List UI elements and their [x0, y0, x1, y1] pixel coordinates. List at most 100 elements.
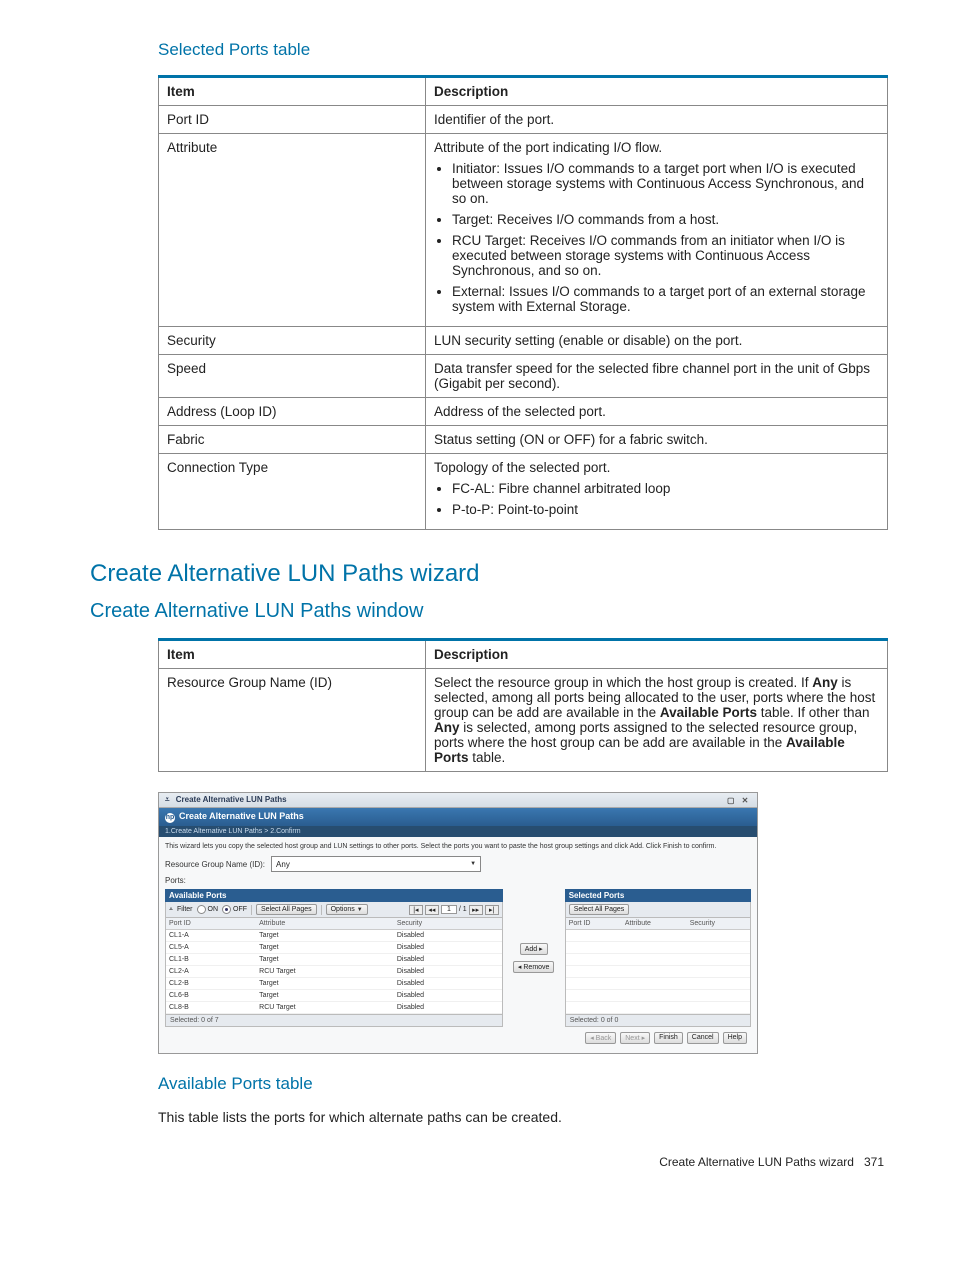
selected-ports-grid[interactable]: Port ID Attribute Security	[565, 918, 751, 1015]
col-description: Description	[426, 640, 888, 669]
cell-desc: LUN security setting (enable or disable)…	[426, 327, 888, 355]
cancel-button[interactable]: Cancel	[687, 1032, 719, 1044]
col-port-id[interactable]: Port ID	[566, 918, 622, 930]
page-first-button[interactable]: |◂	[409, 905, 423, 915]
available-ports-title: Available Ports	[165, 889, 503, 902]
filter-icon[interactable]: ⩡	[169, 906, 173, 914]
cell: Target	[256, 978, 394, 990]
cell: Disabled	[394, 1002, 502, 1014]
cell: Disabled	[394, 942, 502, 954]
cell: CL6-B	[166, 990, 256, 1002]
cell: Target	[256, 990, 394, 1002]
col-security[interactable]: Security	[394, 918, 502, 930]
resource-group-label: Resource Group Name (ID):	[165, 860, 265, 869]
filter-on-radio[interactable]: ON	[197, 905, 219, 914]
col-item: Item	[159, 77, 426, 106]
close-icon[interactable]: ✕	[739, 796, 751, 805]
breadcrumb: 1.Create Alternative LUN Paths > 2.Confi…	[159, 826, 757, 837]
col-security[interactable]: Security	[687, 918, 750, 930]
selected-ports-status: Selected: 0 of 0	[565, 1015, 751, 1027]
finish-button[interactable]: Finish	[654, 1032, 683, 1044]
cell-item: Speed	[159, 355, 426, 398]
cell: CL2-A	[166, 966, 256, 978]
table-row[interactable]: CL8-BRCU TargetDisabled	[166, 1002, 502, 1014]
cell: CL2-B	[166, 978, 256, 990]
cell-item: Port ID	[159, 106, 426, 134]
cell: CL5-A	[166, 942, 256, 954]
collapse-icon[interactable]: ⩡	[165, 795, 170, 804]
page-number-input[interactable]: 1	[441, 905, 457, 914]
list-item: Target: Receives I/O commands from a hos…	[452, 212, 879, 227]
table-row[interactable]: CL1-BTargetDisabled	[166, 954, 502, 966]
cell: RCU Target	[256, 1002, 394, 1014]
select-all-pages-button[interactable]: Select All Pages	[256, 904, 317, 915]
chevron-down-icon: ▼	[357, 907, 363, 913]
window-title: Create Alternative LUN Paths	[176, 795, 287, 804]
col-attribute[interactable]: Attribute	[256, 918, 394, 930]
table-row: Speed Data transfer speed for the select…	[159, 355, 888, 398]
desc-bold: Any	[812, 675, 838, 690]
table-row[interactable]: CL2-ARCU TargetDisabled	[166, 966, 502, 978]
desc-text: Select the resource group in which the h…	[434, 675, 812, 690]
cell: Target	[256, 930, 394, 942]
cell-item: Fabric	[159, 426, 426, 454]
cell-item: Attribute	[159, 134, 426, 327]
cell-desc: Status setting (ON or OFF) for a fabric …	[426, 426, 888, 454]
table-row[interactable]: CL1-ATargetDisabled	[166, 930, 502, 942]
cell: CL1-B	[166, 954, 256, 966]
available-ports-grid[interactable]: Port ID Attribute Security CL1-ATargetDi…	[165, 918, 503, 1015]
next-button[interactable]: Next ▸	[620, 1032, 650, 1044]
list-item: P-to-P: Point-to-point	[452, 502, 879, 517]
cell: Disabled	[394, 990, 502, 1002]
list-item: Initiator: Issues I/O commands to a targ…	[452, 161, 879, 206]
cell-item: Connection Type	[159, 454, 426, 530]
table-row[interactable]: CL5-ATargetDisabled	[166, 942, 502, 954]
window-titlebar[interactable]: ⩡ Create Alternative LUN Paths ▢ ✕	[159, 793, 757, 808]
table-row: Fabric Status setting (ON or OFF) for a …	[159, 426, 888, 454]
cell: Disabled	[394, 966, 502, 978]
cell-desc: Data transfer speed for the selected fib…	[426, 355, 888, 398]
maximize-icon[interactable]: ▢	[725, 796, 737, 805]
table-row[interactable]: CL2-BTargetDisabled	[166, 978, 502, 990]
desc-text: table. If other than	[757, 705, 870, 720]
page-number: 371	[864, 1155, 884, 1169]
panel-header-text: Create Alternative LUN Paths	[179, 811, 304, 821]
list-item: FC-AL: Fibre channel arbitrated loop	[452, 481, 879, 496]
hp-logo-icon: hp	[165, 813, 175, 823]
selected-ports-title: Selected Ports	[565, 889, 751, 902]
page-next-button[interactable]: ▸▸	[469, 905, 483, 915]
desc-bold: Any	[434, 720, 460, 735]
cell: RCU Target	[256, 966, 394, 978]
filter-label: Filter	[177, 906, 193, 913]
page-last-button[interactable]: ▸|	[485, 905, 499, 915]
cell: CL8-B	[166, 1002, 256, 1014]
remove-button[interactable]: ◂ Remove	[513, 961, 555, 973]
col-description: Description	[426, 77, 888, 106]
table-row[interactable]: CL6-BTargetDisabled	[166, 990, 502, 1002]
options-button[interactable]: Options ▼	[326, 904, 368, 915]
page-prev-button[interactable]: ◂◂	[425, 905, 439, 915]
body-paragraph: This table lists the ports for which alt…	[158, 1109, 884, 1125]
available-ports-status: Selected: 0 of 7	[165, 1015, 503, 1027]
desc-text: table.	[469, 750, 506, 765]
cell-item: Security	[159, 327, 426, 355]
select-all-pages-button[interactable]: Select All Pages	[569, 904, 630, 915]
cell-desc: Select the resource group in which the h…	[426, 669, 888, 772]
heading-available-ports-table: Available Ports table	[158, 1074, 884, 1094]
add-button[interactable]: Add ▸	[520, 943, 548, 955]
selected-ports-toolbar: Select All Pages	[565, 902, 751, 918]
instructions-text: This wizard lets you copy the selected h…	[165, 843, 751, 850]
cell: Disabled	[394, 978, 502, 990]
back-button[interactable]: ◂ Back	[585, 1032, 616, 1044]
filter-off-radio[interactable]: OFF	[222, 905, 247, 914]
cell-desc: Identifier of the port.	[426, 106, 888, 134]
list-item: External: Issues I/O commands to a targe…	[452, 284, 879, 314]
cell: Target	[256, 942, 394, 954]
col-attribute[interactable]: Attribute	[622, 918, 687, 930]
col-port-id[interactable]: Port ID	[166, 918, 256, 930]
select-value: Any	[276, 860, 290, 869]
help-button[interactable]: Help	[723, 1032, 747, 1044]
resource-group-select[interactable]: Any ▼	[271, 856, 481, 872]
col-item: Item	[159, 640, 426, 669]
table-row: Security LUN security setting (enable or…	[159, 327, 888, 355]
